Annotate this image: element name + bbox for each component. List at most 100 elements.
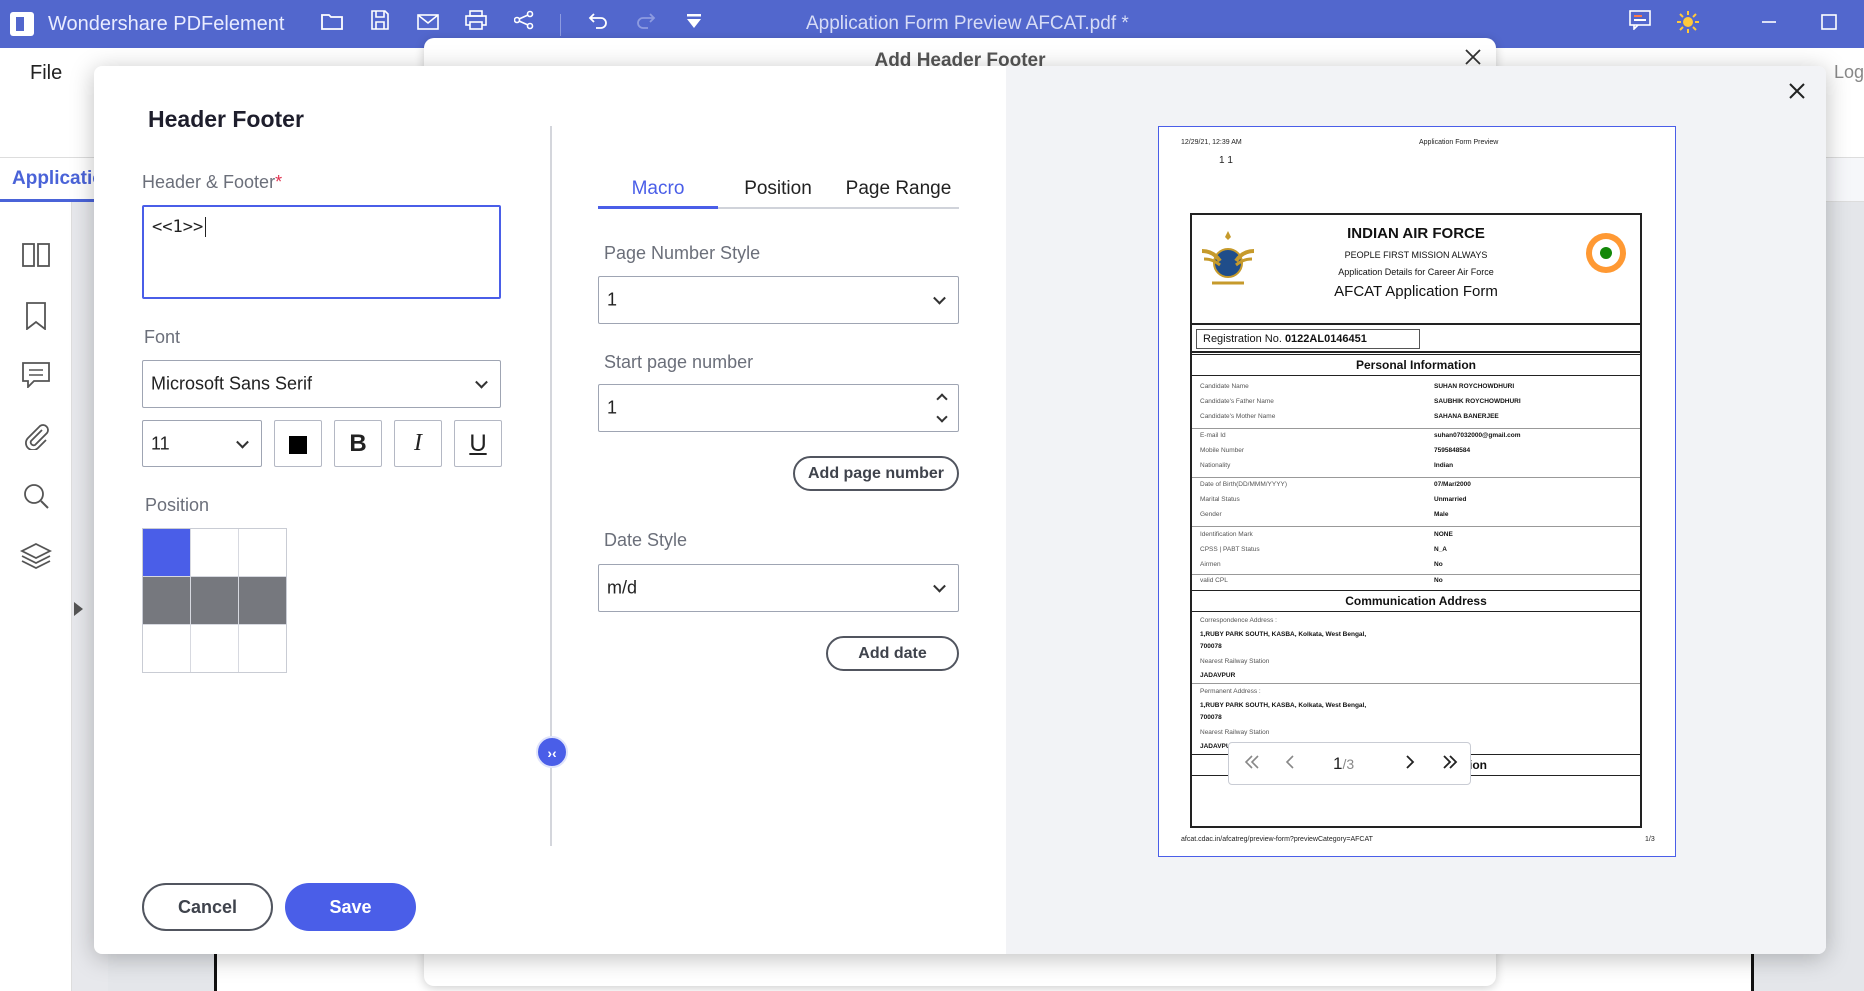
chevron-down-icon[interactable] bbox=[936, 411, 948, 423]
chevron-down-icon bbox=[933, 291, 946, 305]
position-middle-left bbox=[143, 577, 190, 624]
page-footer-count: 1/3 bbox=[1645, 836, 1655, 843]
form-row: Identification Mark NONE bbox=[1200, 531, 1453, 538]
chevron-down-icon bbox=[933, 579, 946, 593]
collapse-panel-button[interactable]: ›‹ bbox=[536, 736, 568, 768]
underline-button[interactable]: U bbox=[454, 420, 502, 467]
correspondence-label: Correspondence Address : bbox=[1200, 617, 1277, 624]
correspondence-line2: 700078 bbox=[1200, 643, 1222, 650]
position-top-left[interactable] bbox=[143, 529, 190, 576]
comment-icon[interactable] bbox=[20, 362, 52, 394]
theme-sun-icon[interactable] bbox=[1674, 10, 1702, 38]
preview-pane: 12/29/21, 12:39 AM Application Form Prev… bbox=[1006, 66, 1826, 954]
form-motto: PEOPLE FIRST MISSION ALWAYS bbox=[1344, 250, 1488, 260]
bookmark-icon[interactable] bbox=[20, 302, 52, 334]
form-row: E-mail Id suhan07032000@gmail.com bbox=[1200, 432, 1521, 439]
text-caret bbox=[205, 217, 207, 237]
quick-access-dropdown-icon[interactable] bbox=[680, 10, 708, 38]
required-mark: * bbox=[275, 172, 283, 192]
registration-cell: Registration No. 0122AL0146451 bbox=[1196, 329, 1420, 349]
chevron-up-icon[interactable] bbox=[936, 393, 948, 405]
print-icon[interactable] bbox=[462, 10, 490, 38]
italic-button[interactable]: I bbox=[394, 420, 442, 467]
menu-log[interactable]: Log bbox=[1834, 62, 1864, 83]
start-page-stepper[interactable]: 1 bbox=[598, 384, 959, 432]
page-number-stamp: 1 1 bbox=[1219, 155, 1233, 166]
mail-icon[interactable] bbox=[414, 10, 442, 38]
first-page-icon[interactable] bbox=[1237, 743, 1267, 784]
form-row: Marital Status Unmarried bbox=[1200, 496, 1467, 503]
color-swatch-icon bbox=[289, 435, 307, 454]
chevron-down-icon bbox=[236, 435, 249, 449]
form-row: Date of Birth(DD/MMM/YYYY) 07/Mar/2000 bbox=[1200, 481, 1471, 488]
start-page-label: Start page number bbox=[604, 352, 754, 372]
section-personal: Personal Information bbox=[1192, 354, 1640, 376]
position-top-center[interactable] bbox=[191, 529, 238, 576]
page-indicator[interactable]: 1/3 bbox=[1333, 754, 1354, 774]
layers-icon[interactable] bbox=[19, 542, 53, 574]
thumbnails-icon[interactable] bbox=[20, 242, 52, 274]
minimize-icon[interactable] bbox=[1754, 10, 1784, 38]
correspondence-line1: 1,RUBY PARK SOUTH, KASBA, Kolkata, West … bbox=[1200, 631, 1367, 638]
position-middle-right bbox=[239, 577, 286, 624]
tab-position[interactable]: Position bbox=[718, 174, 838, 209]
position-bottom-left[interactable] bbox=[143, 625, 190, 672]
position-label: Position bbox=[145, 495, 210, 515]
row-divider bbox=[1192, 526, 1640, 527]
header-footer-label: Header & Footer* bbox=[142, 172, 283, 192]
position-bottom-center[interactable] bbox=[191, 625, 238, 672]
permanent-line1: 1,RUBY PARK SOUTH, KASBA, Kolkata, West … bbox=[1200, 702, 1367, 709]
save-icon[interactable] bbox=[366, 10, 394, 38]
date-style-label: Date Style bbox=[604, 530, 688, 550]
expand-panel-icon[interactable] bbox=[74, 602, 83, 616]
font-color-button[interactable] bbox=[274, 420, 322, 467]
form-row: Candidate's Mother Name SAHANA BANERJEE bbox=[1200, 413, 1499, 420]
row-divider bbox=[1192, 477, 1640, 478]
permanent-label: Permanent Address : bbox=[1200, 688, 1261, 695]
menu-file[interactable]: File bbox=[30, 62, 62, 85]
registration-row: Registration No. 0122AL0146451 bbox=[1192, 325, 1640, 353]
undo-icon[interactable] bbox=[584, 10, 612, 38]
prev-page-icon[interactable] bbox=[1275, 743, 1305, 784]
open-folder-icon[interactable] bbox=[318, 10, 346, 38]
last-page-icon[interactable] bbox=[1435, 743, 1465, 784]
left-sidebar bbox=[0, 202, 72, 991]
font-label: Font bbox=[144, 327, 181, 347]
app-name: Wondershare PDFelement bbox=[48, 13, 285, 35]
application-form: INDIAN AIR FORCE PEOPLE FIRST MISSION AL… bbox=[1190, 213, 1642, 828]
cancel-button[interactable]: Cancel bbox=[142, 883, 273, 931]
position-grid bbox=[142, 528, 287, 673]
feedback-icon[interactable] bbox=[1626, 10, 1654, 38]
form-row: Candidate's Father Name SAUBHIK ROYCHOWDH… bbox=[1200, 398, 1521, 405]
bold-button[interactable]: B bbox=[334, 420, 382, 467]
form-name: AFCAT Application Form bbox=[1334, 283, 1498, 300]
font-size-select[interactable]: 11 bbox=[142, 420, 262, 467]
header-footer-textarea[interactable]: <<1>> bbox=[142, 205, 501, 299]
attachment-icon[interactable] bbox=[20, 422, 52, 454]
form-row: Mobile Number 7595848584 bbox=[1200, 447, 1471, 454]
redo-icon[interactable] bbox=[632, 10, 660, 38]
form-row: Candidate Name SUHAN ROYCHOWDHURI bbox=[1200, 383, 1515, 390]
add-page-number-button[interactable]: Add page number bbox=[793, 456, 959, 491]
form-row: Nationality Indian bbox=[1200, 462, 1454, 469]
page-navigator: 1/3 bbox=[1228, 742, 1471, 785]
form-title: INDIAN AIR FORCE bbox=[1347, 225, 1485, 242]
position-bottom-right[interactable] bbox=[239, 625, 286, 672]
add-date-button[interactable]: Add date bbox=[826, 636, 959, 671]
save-button[interactable]: Save bbox=[285, 883, 416, 931]
position-top-right[interactable] bbox=[239, 529, 286, 576]
next-page-icon[interactable] bbox=[1395, 743, 1425, 784]
form-header: INDIAN AIR FORCE PEOPLE FIRST MISSION AL… bbox=[1192, 215, 1640, 325]
font-select[interactable]: Microsoft Sans Serif bbox=[142, 360, 501, 408]
page-number-style-select[interactable]: 1 bbox=[598, 276, 959, 324]
date-style-select[interactable]: m/d bbox=[598, 564, 959, 612]
share-icon[interactable] bbox=[510, 10, 538, 38]
railway-label: Nearest Railway Station bbox=[1200, 658, 1270, 665]
tab-macro[interactable]: Macro bbox=[598, 174, 718, 209]
permanent-line2: 700078 bbox=[1200, 714, 1222, 721]
maximize-icon[interactable] bbox=[1814, 10, 1844, 38]
settings-tabs: Macro Position Page Range bbox=[598, 174, 959, 209]
close-icon[interactable] bbox=[1782, 76, 1812, 106]
search-icon[interactable] bbox=[20, 482, 52, 514]
tab-page-range[interactable]: Page Range bbox=[838, 174, 959, 209]
